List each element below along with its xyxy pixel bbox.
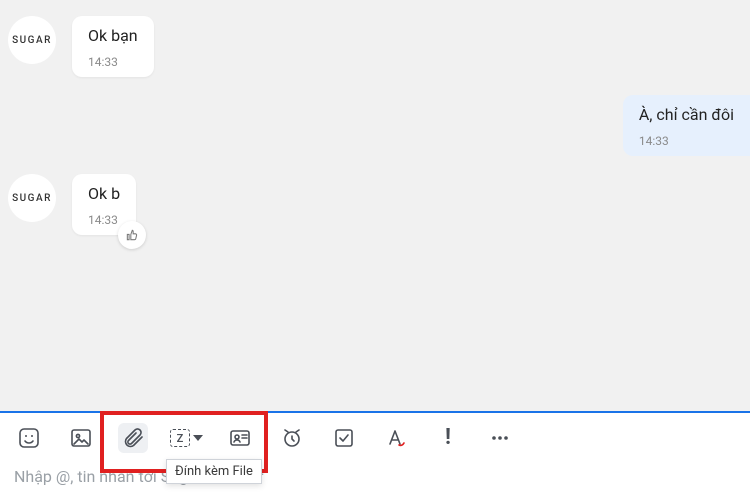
message-bubble-own[interactable]: À, chỉ cần đôi 14:33	[623, 95, 750, 156]
attach-file-button[interactable]	[118, 423, 148, 453]
avatar[interactable]: SUGAR	[8, 16, 56, 64]
image-button[interactable]	[66, 423, 96, 453]
screenshot-button[interactable]: Z	[170, 423, 203, 453]
message-bubble[interactable]: Ok bạn 14:33	[72, 16, 154, 77]
message-text: À, chỉ cần đôi	[639, 105, 734, 124]
message-time: 14:33	[88, 213, 120, 227]
thumbs-up-icon	[125, 228, 139, 242]
more-options-button[interactable]	[485, 423, 515, 453]
message-time: 14:33	[639, 134, 734, 148]
message-row: SUGAR Ok b 14:33	[8, 174, 750, 235]
screenshot-icon: Z	[170, 429, 203, 447]
message-row: SUGAR Ok bạn 14:33	[8, 16, 750, 77]
sticker-button[interactable]	[14, 423, 44, 453]
task-button[interactable]	[329, 423, 359, 453]
message-text: Ok bạn	[88, 26, 138, 45]
message-text: Ok b	[88, 184, 120, 203]
chat-message-list: SUGAR Ok bạn 14:33 À, chỉ cần đôi 14:33 …	[0, 0, 750, 411]
attach-file-tooltip: Đính kèm File	[166, 459, 262, 484]
sticker-icon	[17, 426, 41, 450]
message-row: À, chỉ cần đôi 14:33	[8, 95, 750, 156]
text-format-icon	[384, 426, 408, 450]
composer-input-area[interactable]: Nhập @, tin nhắn tới Sugar Sneaker	[0, 457, 750, 500]
text-format-button[interactable]	[381, 423, 411, 453]
priority-button[interactable]: !	[433, 423, 463, 453]
more-horizontal-icon	[488, 426, 512, 450]
alarm-clock-icon	[280, 426, 304, 450]
composer-toolbar-container: Z ! Đính kèm File Nhập @, tin nhắn tới S…	[0, 411, 750, 500]
contact-card-button[interactable]	[225, 423, 255, 453]
message-time: 14:33	[88, 55, 138, 69]
image-icon	[69, 426, 93, 450]
like-reaction-badge[interactable]	[118, 221, 146, 249]
paperclip-icon	[121, 426, 145, 450]
reminder-button[interactable]	[277, 423, 307, 453]
message-bubble[interactable]: Ok b 14:33	[72, 174, 136, 235]
task-check-icon	[332, 426, 356, 450]
avatar[interactable]: SUGAR	[8, 174, 56, 222]
composer-toolbar: Z ! Đính kèm File	[0, 413, 750, 457]
exclamation-icon: !	[445, 427, 451, 449]
contact-card-icon	[228, 426, 252, 450]
